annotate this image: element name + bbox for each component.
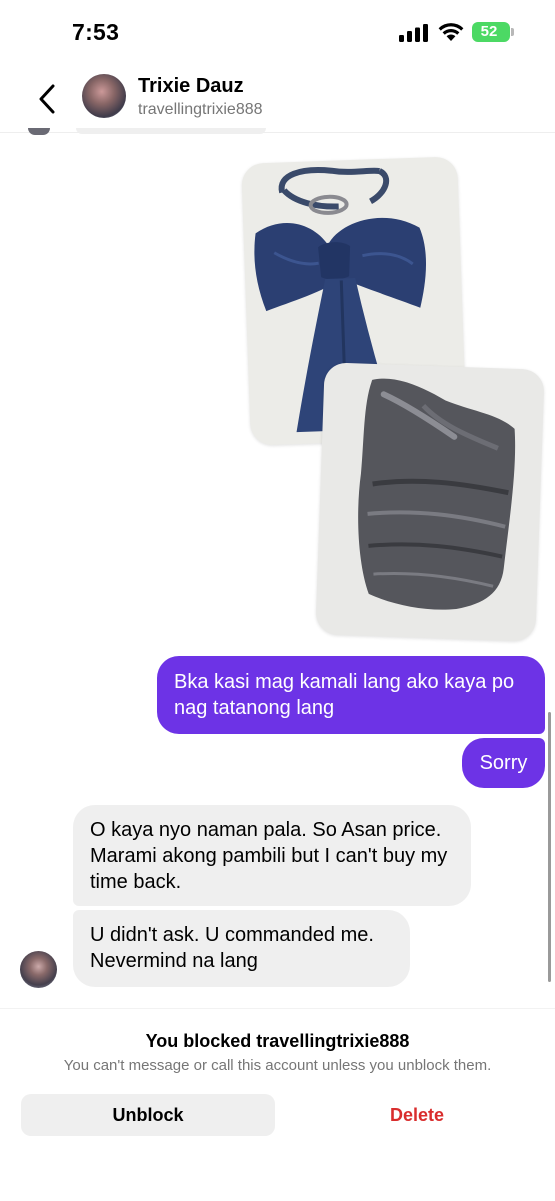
photo-gray-draped-top[interactable] xyxy=(315,362,545,642)
delete-button[interactable]: Delete xyxy=(290,1094,544,1136)
status-bar: 7:53 52 xyxy=(0,0,555,64)
battery-level: 52 xyxy=(480,23,498,40)
blocked-notice: You blocked travellingtrixie888 You can'… xyxy=(0,1008,555,1201)
avatar xyxy=(28,128,50,135)
wifi-icon xyxy=(438,23,464,41)
message-bubble-incoming[interactable]: O kaya nyo naman pala. So Asan price. Ma… xyxy=(73,805,471,906)
battery-icon: 52 xyxy=(472,22,510,42)
contact-name[interactable]: Trixie Dauz xyxy=(138,75,244,98)
message-bubble-incoming[interactable]: U didn't ask. U commanded me. Nevermind … xyxy=(73,910,410,987)
blocked-title: You blocked travellingtrixie888 xyxy=(145,1031,410,1051)
message-bubble-outgoing[interactable]: Bka kasi mag kamali lang ako kaya po nag… xyxy=(157,656,545,734)
signal-icon xyxy=(399,24,428,42)
chevron-left-icon[interactable] xyxy=(33,81,61,117)
chat-header: Trixie Dauz travellingtrixie888 xyxy=(0,64,555,133)
battery-cap xyxy=(511,28,514,36)
avatar[interactable] xyxy=(20,951,57,988)
status-time: 7:53 xyxy=(72,19,120,45)
contact-username[interactable]: travellingtrixie888 xyxy=(138,101,263,119)
scrollbar[interactable] xyxy=(548,712,551,982)
message-bubble-outgoing[interactable]: Sorry xyxy=(462,738,545,788)
message-bubble-partial xyxy=(76,128,266,134)
avatar[interactable] xyxy=(82,74,126,118)
blocked-description: You can't message or call this account u… xyxy=(63,1057,492,1074)
unblock-button[interactable]: Unblock xyxy=(21,1094,275,1136)
